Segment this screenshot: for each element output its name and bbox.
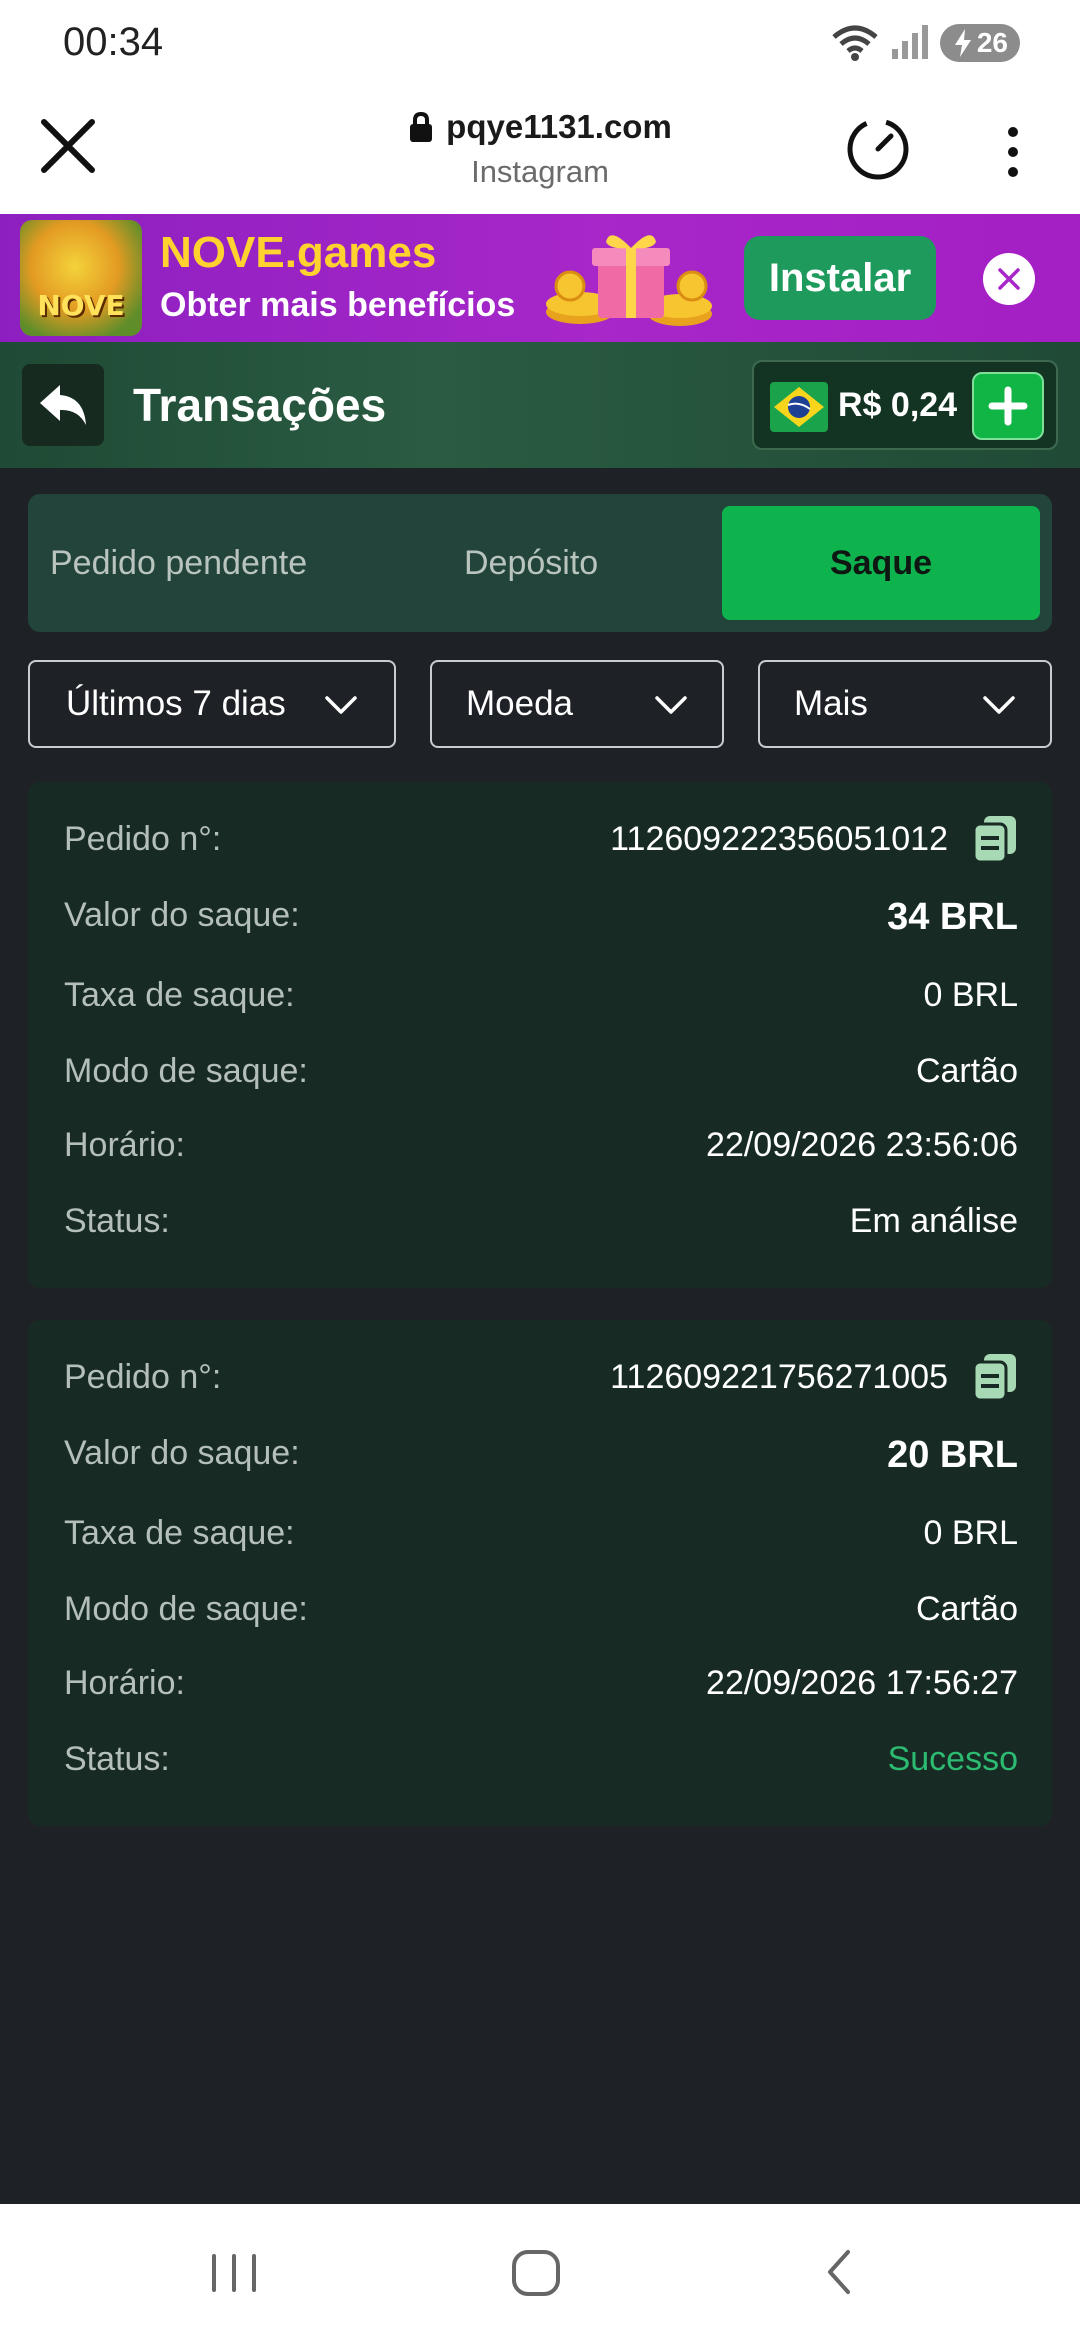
- fee-label: Taxa de saque:: [64, 976, 295, 1014]
- mode-label: Modo de saque:: [64, 1052, 308, 1090]
- tab-deposit[interactable]: Depósito: [464, 494, 598, 632]
- amount-label: Valor do saque:: [64, 896, 300, 934]
- app-header: Transações R$ 0,24: [0, 342, 1080, 468]
- amount-label: Valor do saque:: [64, 1434, 300, 1472]
- url-domain-row: pqye1131.com: [408, 108, 672, 146]
- period-filter[interactable]: Últimos 7 dias: [28, 660, 396, 748]
- status-icons: 26: [830, 22, 1020, 64]
- mode-label: Modo de saque:: [64, 1590, 308, 1628]
- fee-label: Taxa de saque:: [64, 1514, 295, 1552]
- back-button[interactable]: [22, 364, 104, 446]
- chevron-down-icon: [325, 696, 357, 714]
- tab-pending-orders[interactable]: Pedido pendente: [50, 494, 307, 632]
- withdraw-time: 22/09/2026 23:56:06: [706, 1126, 1018, 1164]
- status-row: Status: Em análise: [64, 1202, 1018, 1252]
- banner-close-button[interactable]: [983, 253, 1035, 305]
- time-label: Horário:: [64, 1126, 185, 1164]
- system-nav-bar: [0, 2204, 1080, 2340]
- time-row: Horário: 22/09/2026 23:56:06: [64, 1126, 1018, 1176]
- url-domain: pqye1131.com: [446, 108, 672, 145]
- banner-title: NOVE.games: [160, 228, 437, 277]
- add-funds-button[interactable]: [972, 372, 1044, 440]
- install-banner: NOVE NOVE.games Obter mais benefícios In…: [0, 214, 1080, 342]
- currency-filter[interactable]: Moeda: [430, 660, 724, 748]
- app-logo-text: NOVE: [37, 289, 125, 322]
- banner-subtitle: Obter mais benefícios: [160, 286, 516, 324]
- withdraw-amount: 34 BRL: [887, 896, 1018, 938]
- signal-icon: [892, 25, 928, 59]
- copy-icon[interactable]: [972, 814, 1018, 864]
- copy-icon[interactable]: [972, 1352, 1018, 1402]
- withdraw-status: Sucesso: [887, 1740, 1018, 1778]
- install-button[interactable]: Instalar: [744, 236, 936, 320]
- withdraw-time: 22/09/2026 17:56:27: [706, 1664, 1018, 1702]
- close-icon: [998, 268, 1020, 290]
- mode-row: Modo de saque: Cartão: [64, 1052, 1018, 1102]
- tab-withdraw[interactable]: Saque: [722, 506, 1040, 620]
- order-number: 112609222356051012: [610, 820, 948, 858]
- withdraw-mode: Cartão: [915, 1590, 1018, 1628]
- order-label: Pedido n°:: [64, 820, 222, 858]
- status-bar: 00:34 26: [0, 0, 1080, 86]
- status-row: Status: Sucesso: [64, 1740, 1018, 1790]
- back-nav-icon[interactable]: [810, 2242, 870, 2302]
- balance-widget: R$ 0,24: [752, 360, 1058, 450]
- order-row: Pedido n°: 112609222356051012: [64, 816, 1018, 870]
- lock-icon: [410, 111, 433, 142]
- timer-icon[interactable]: [845, 116, 911, 182]
- chevron-down-icon: [983, 696, 1015, 714]
- battery-level: 26: [976, 27, 1008, 58]
- wifi-icon: [832, 25, 878, 61]
- home-icon[interactable]: [506, 2242, 566, 2302]
- period-filter-label: Últimos 7 dias: [66, 684, 286, 723]
- fee-row: Taxa de saque: 0 BRL: [64, 1514, 1018, 1564]
- plus-icon: [988, 386, 1028, 426]
- gift-coins-icon: [546, 235, 712, 326]
- fee-row: Taxa de saque: 0 BRL: [64, 976, 1018, 1026]
- withdraw-fee: 0 BRL: [923, 1514, 1019, 1552]
- more-options-icon[interactable]: [998, 122, 1028, 182]
- more-filter[interactable]: Mais: [758, 660, 1052, 748]
- amount-row: Valor do saque: 20 BRL: [64, 1434, 1018, 1484]
- recent-apps-icon[interactable]: [204, 2242, 264, 2302]
- charging-bolt-icon: [954, 29, 971, 57]
- transaction-card: Pedido n°: 112609222356051012 Valor do s…: [28, 782, 1052, 1288]
- transaction-card: Pedido n°: 112609221756271005 Valor do s…: [28, 1320, 1052, 1826]
- back-arrow-icon: [40, 385, 86, 425]
- url-display[interactable]: pqye1131.com Instagram: [0, 108, 1080, 190]
- time-label: Horário:: [64, 1664, 185, 1702]
- app-logo: NOVE: [20, 220, 142, 336]
- chevron-down-icon: [655, 696, 687, 714]
- more-filter-label: Mais: [794, 684, 868, 723]
- order-row: Pedido n°: 112609221756271005: [64, 1354, 1018, 1408]
- mode-row: Modo de saque: Cartão: [64, 1590, 1018, 1640]
- withdraw-mode: Cartão: [915, 1052, 1018, 1090]
- browser-toolbar: pqye1131.com Instagram: [0, 86, 1080, 214]
- status-label: Status:: [64, 1740, 170, 1778]
- page-title: Transações: [133, 379, 387, 431]
- time-row: Horário: 22/09/2026 17:56:27: [64, 1664, 1018, 1714]
- withdraw-amount: 20 BRL: [887, 1434, 1018, 1476]
- transaction-tabs: Pedido pendente Depósito Saque: [28, 494, 1052, 632]
- amount-row: Valor do saque: 34 BRL: [64, 896, 1018, 946]
- url-source: Instagram: [471, 154, 609, 189]
- status-label: Status:: [64, 1202, 170, 1240]
- withdraw-fee: 0 BRL: [923, 976, 1019, 1014]
- order-label: Pedido n°:: [64, 1358, 222, 1396]
- balance-amount: R$ 0,24: [838, 386, 958, 424]
- battery-indicator: 26: [940, 24, 1020, 62]
- order-number: 112609221756271005: [610, 1358, 948, 1396]
- currency-filter-label: Moeda: [466, 684, 574, 723]
- status-time: 00:34: [63, 20, 164, 64]
- withdraw-status: Em análise: [849, 1202, 1018, 1240]
- brazil-flag-icon: [770, 382, 828, 432]
